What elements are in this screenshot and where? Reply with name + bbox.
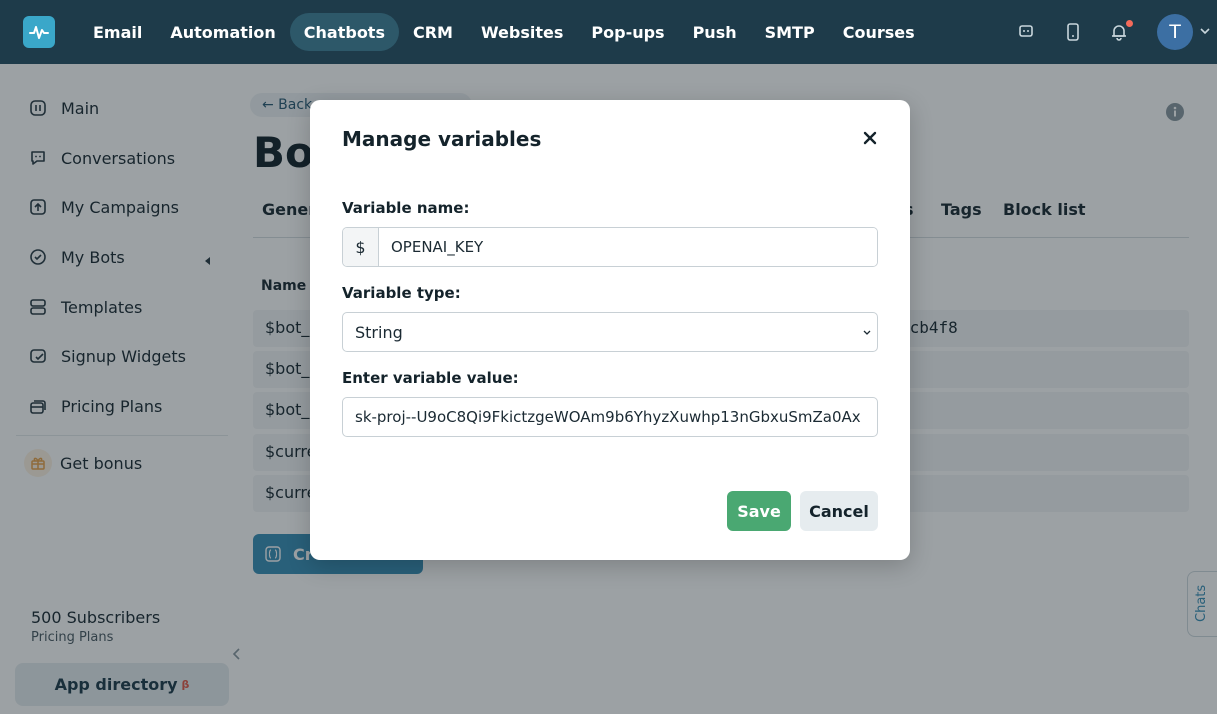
variable-type-value: String [355,322,403,342]
manage-variables-dialog: Manage variables Variable name: $ Variab… [310,100,910,560]
chevron-down-icon [861,325,873,339]
dialog-title: Manage variables [342,127,542,151]
variable-value-input[interactable] [342,397,878,437]
nav-courses[interactable]: Courses [829,13,929,51]
variable-value-label: Enter variable value: [342,369,519,387]
variable-name-input[interactable] [379,228,877,266]
avatar[interactable]: T [1157,14,1193,50]
chat-bubble-icon[interactable] [1012,18,1040,46]
chevron-down-icon[interactable] [1199,22,1211,42]
main-nav: Email Automation Chatbots CRM Websites P… [79,13,929,51]
variable-name-group: $ [342,227,878,267]
nav-crm[interactable]: CRM [399,13,467,51]
mobile-icon[interactable] [1059,18,1087,46]
cancel-button[interactable]: Cancel [800,491,878,531]
notification-dot [1126,20,1133,27]
close-icon[interactable] [859,127,881,149]
logo-icon[interactable] [23,16,55,48]
nav-automation[interactable]: Automation [156,13,289,51]
save-button[interactable]: Save [727,491,791,531]
top-navigation-bar: Email Automation Chatbots CRM Websites P… [0,0,1217,64]
variable-name-label: Variable name: [342,199,470,217]
nav-popups[interactable]: Pop-ups [577,13,678,51]
variable-type-select[interactable]: String [342,312,878,352]
variable-type-label: Variable type: [342,284,461,302]
nav-chatbots[interactable]: Chatbots [289,13,399,51]
nav-websites[interactable]: Websites [467,13,577,51]
nav-smtp[interactable]: SMTP [751,13,829,51]
nav-push[interactable]: Push [679,13,751,51]
nav-email[interactable]: Email [79,13,156,51]
dollar-prefix: $ [343,228,379,266]
